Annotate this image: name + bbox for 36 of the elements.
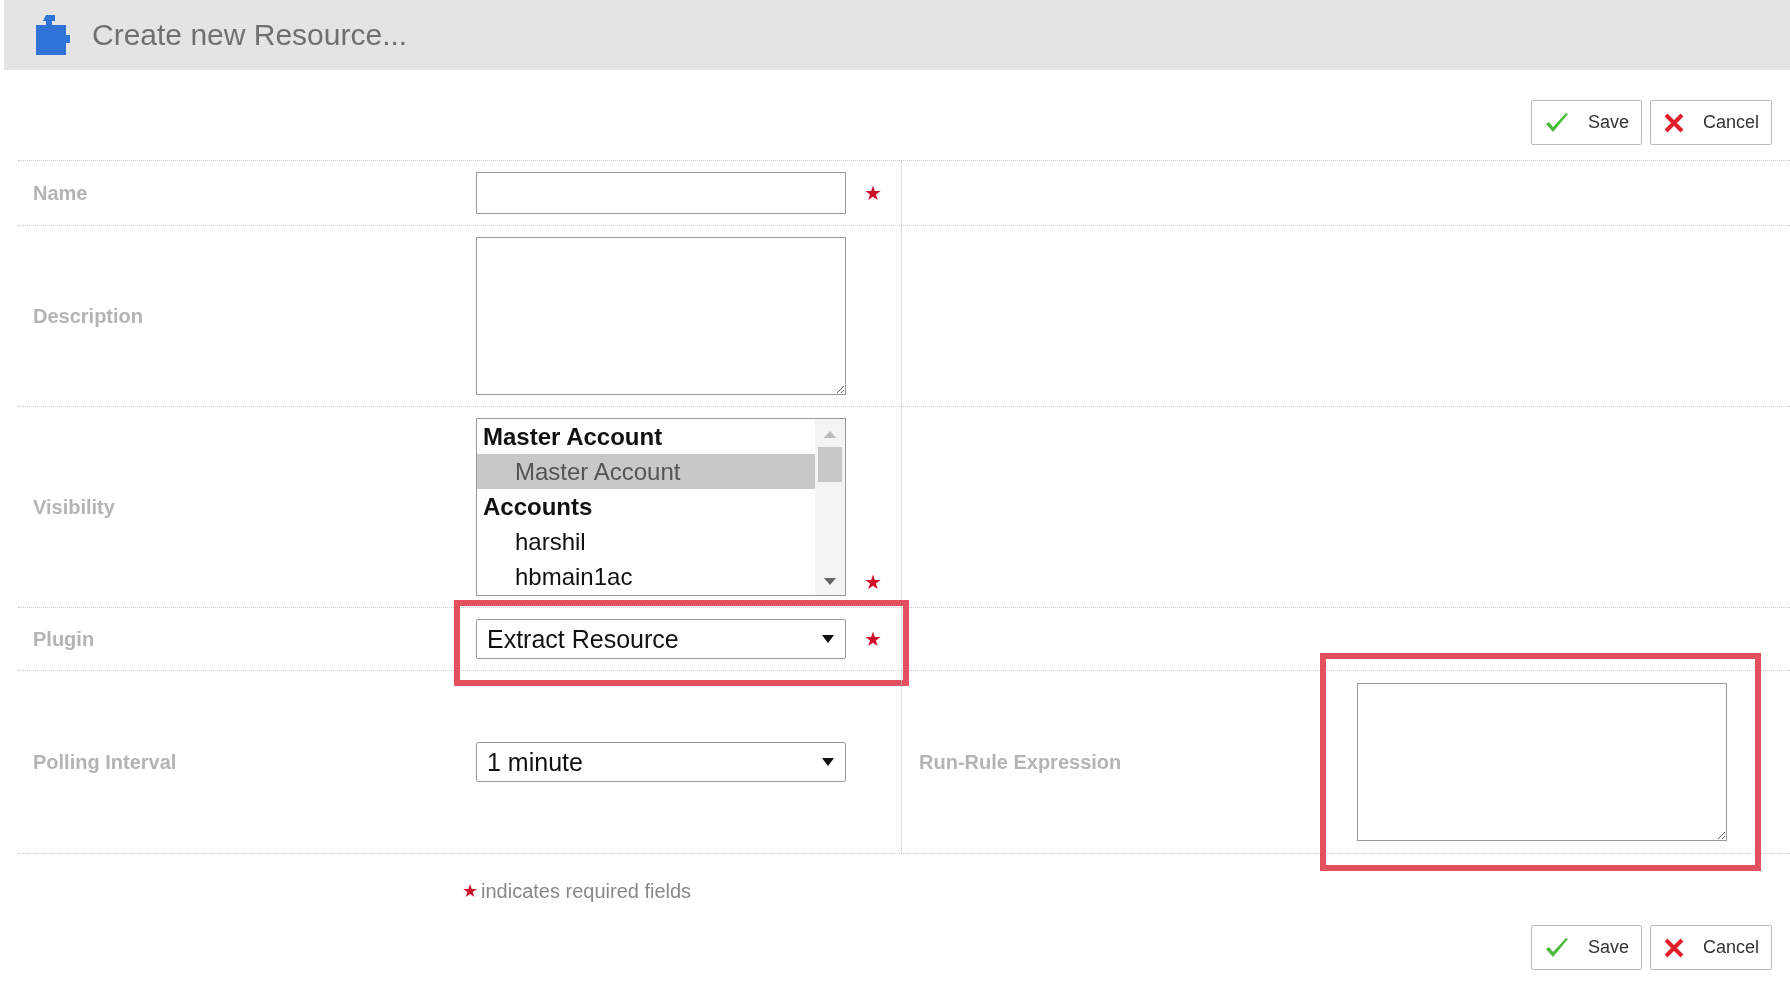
group-heading[interactable]: Accounts <box>477 489 815 524</box>
scrollbar[interactable] <box>815 419 845 595</box>
required-fields-note: indicates required fields <box>481 880 692 903</box>
group-heading[interactable]: Master Account <box>477 419 815 454</box>
field-label: Visibility <box>32 494 116 520</box>
list-option[interactable]: hbmain1ac <box>477 559 815 594</box>
required-star-icon: ★ <box>864 181 882 205</box>
save-button[interactable]: Save <box>1530 100 1642 145</box>
puzzle-piece-icon <box>34 13 70 57</box>
list-option[interactable]: harshil <box>477 524 815 559</box>
required-star-icon: ★ <box>864 570 882 594</box>
visibility-listbox[interactable]: Master Account Master Account Accounts harshil hbmain1ac <box>476 418 846 596</box>
dropdown-arrow-icon <box>821 634 835 644</box>
page-title: Create new Resource... <box>92 18 408 52</box>
cancel-button[interactable]: Cancel <box>1649 100 1772 145</box>
dropdown-arrow-icon <box>821 757 835 767</box>
scroll-down-icon <box>823 577 837 587</box>
name-input[interactable] <box>476 172 846 214</box>
field-label: Description <box>32 303 145 329</box>
scrollbar-thumb[interactable] <box>818 447 842 482</box>
scroll-up-icon <box>823 429 837 439</box>
dropdown[interactable]: Extract Resource <box>476 619 846 659</box>
field-label: Run-Rule Expression <box>919 750 1123 774</box>
field-label: Polling Interval <box>32 749 178 775</box>
description-textarea[interactable] <box>476 237 846 395</box>
required-star-icon: ★ <box>462 880 478 902</box>
save-button[interactable]: Save <box>1530 925 1642 970</box>
field-label: Plugin <box>32 626 96 652</box>
dropdown[interactable]: 1 minute <box>476 742 846 782</box>
x-icon <box>1662 111 1685 134</box>
list-option[interactable]: Master Account <box>477 454 815 489</box>
x-icon <box>1662 936 1685 959</box>
required-star-icon: ★ <box>864 627 882 651</box>
field-label: Name <box>32 180 89 206</box>
cancel-button[interactable]: Cancel <box>1649 925 1772 970</box>
run-rule-textarea[interactable] <box>1357 683 1727 841</box>
